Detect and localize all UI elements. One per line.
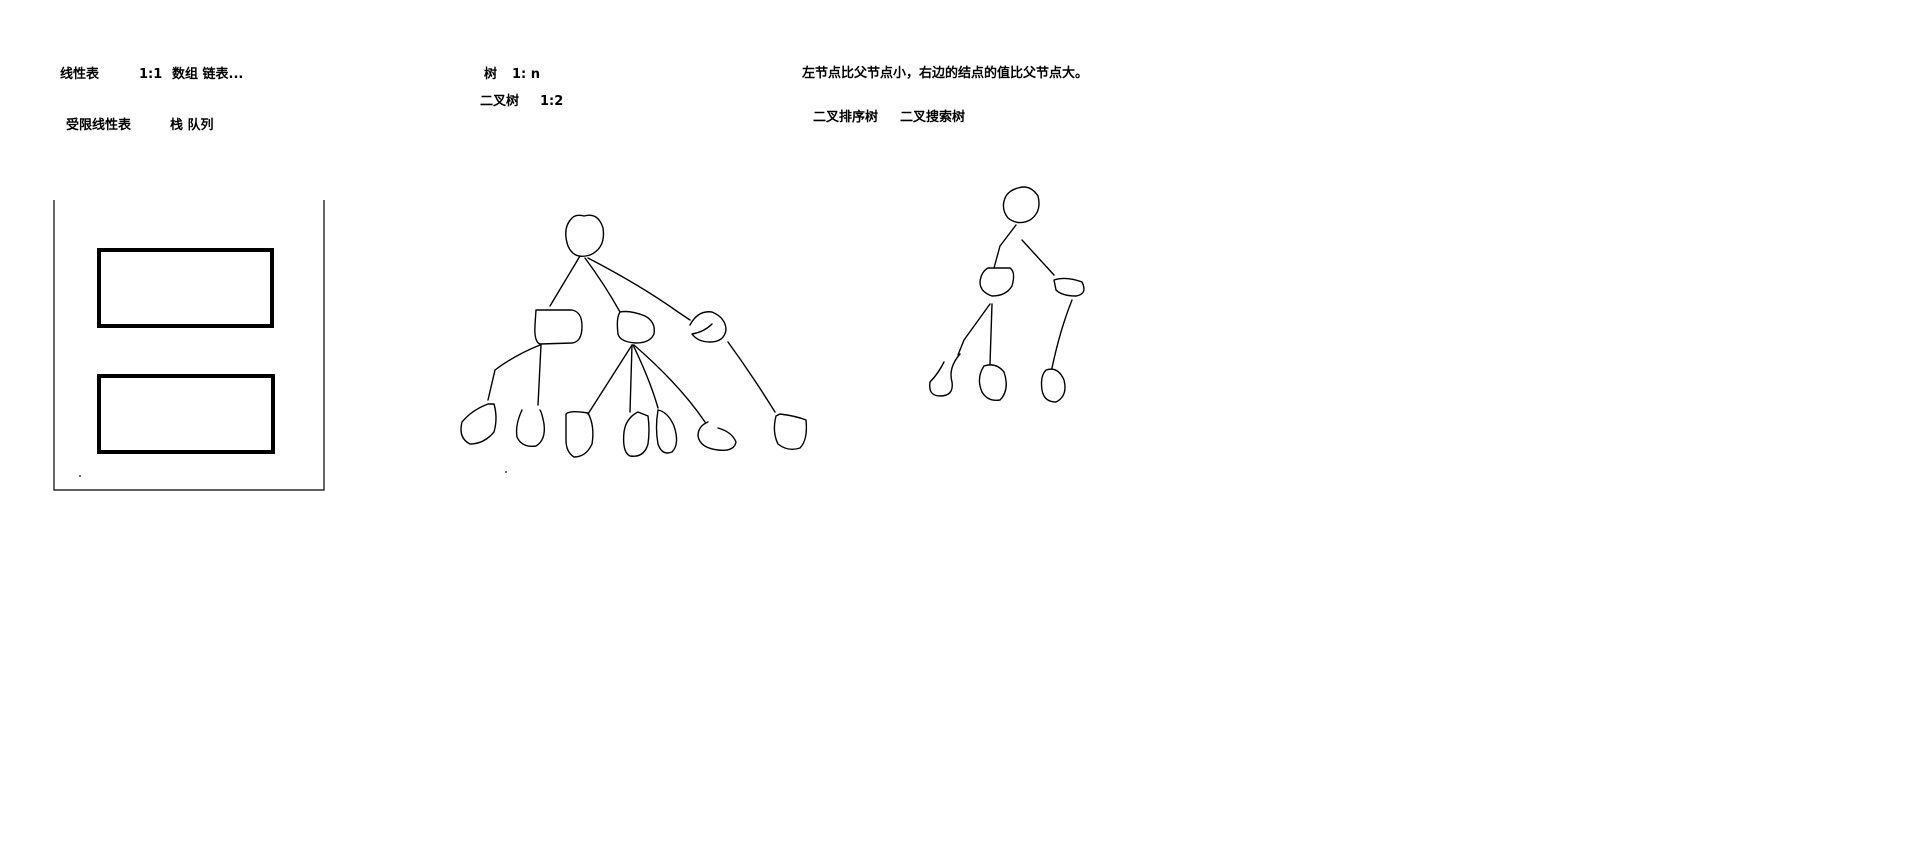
tree-edge [633,344,706,423]
tree-node-leaf [565,411,594,458]
tree-edge [587,344,633,415]
tree-edge [549,255,581,307]
bst-node-leaf [1040,368,1066,403]
tree-edge [629,344,633,413]
tree-node-level1 [534,309,583,345]
tree-node-leaf [655,409,678,454]
bst-edge [1021,239,1055,276]
bst-node-root [1002,186,1040,224]
bst-node-right [1053,277,1085,297]
tree-edge [537,344,542,406]
tree-edge [487,344,541,401]
stack-element-top [97,248,274,328]
tree-node-leaf [460,403,497,445]
drawing-canvas [53,186,1085,491]
stack-element-bottom [97,374,275,454]
stack-diagram [53,200,325,491]
tree-edge [587,257,691,321]
stray-dot [505,471,507,473]
bst-edge [957,303,991,356]
binary-search-tree-diagram [929,186,1085,403]
tree-node-leaf [697,421,737,452]
stray-dot [79,475,81,477]
bst-node-leaf [929,353,961,397]
stack-container [53,200,325,491]
bst-node-left [979,267,1015,297]
tree-node-level1 [616,310,655,344]
bst-edge [989,303,993,365]
tree-node-level1 [689,311,727,343]
bst-node-leaf [978,364,1007,402]
tree-node-leaf [773,413,808,451]
tree-node-leaf [515,409,546,447]
bst-edge [1051,299,1073,369]
tree-node-root [565,214,605,258]
bst-edge [993,224,1017,269]
tree-node-leaf [622,411,650,457]
general-tree-diagram [460,214,808,473]
tree-edge [727,341,776,413]
